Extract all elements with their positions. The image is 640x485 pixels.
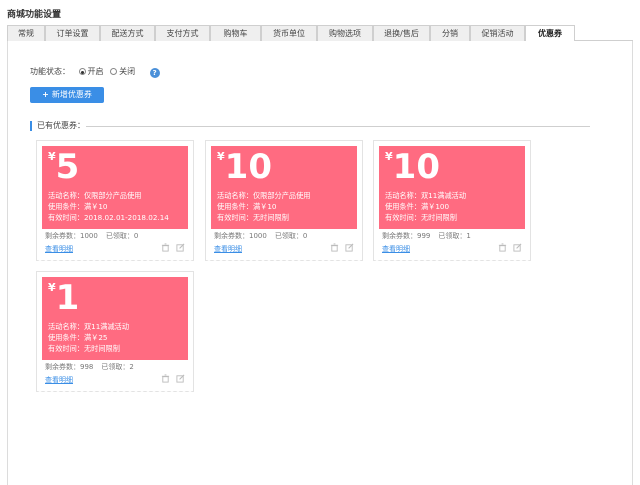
radio-disable[interactable] <box>110 68 118 75</box>
tab-payment[interactable]: 支付方式 <box>155 25 210 41</box>
coupon-claimed: 已领取：0 <box>105 232 139 240</box>
existing-coupons-header: 已有优惠券： <box>30 120 590 132</box>
yen-symbol: ¥ <box>48 150 56 163</box>
coupon-stats: 剩余券数：999 已领取：1 <box>382 231 471 241</box>
coupon-name: 活动名称：仅限部分产品使用 <box>48 191 142 200</box>
coupon-card: ¥10 活动名称：双11满减活动 使用条件：满￥100 有效时间：无时间限制 剩… <box>374 141 530 262</box>
radio-disable-label: 关闭 <box>119 67 136 76</box>
coupon-condition: 使用条件：满￥10 <box>217 202 277 211</box>
coupon-claimed: 已领取：0 <box>274 232 308 240</box>
view-detail-link[interactable]: 查看明细 <box>45 244 73 254</box>
edit-icon[interactable] <box>513 243 522 252</box>
trash-icon[interactable] <box>161 243 170 252</box>
coupon-card: ¥5 活动名称：仅限部分产品使用 使用条件：满￥10 有效时间：2018.02.… <box>37 141 193 262</box>
page-title: 商城功能设置 <box>7 10 62 20</box>
coupon-face: ¥1 活动名称：双11满减活动 使用条件：满￥25 有效时间：无时间限制 <box>42 277 188 360</box>
view-detail-link[interactable]: 查看明细 <box>214 244 242 254</box>
coupon-amount: ¥10 <box>217 147 272 187</box>
coupon-face: ¥10 活动名称：仅限部分产品使用 使用条件：满￥10 有效时间：无时间限制 <box>211 146 357 229</box>
coupon-card: ¥10 活动名称：仅限部分产品使用 使用条件：满￥10 有效时间：无时间限制 剩… <box>206 141 362 262</box>
coupon-value: 10 <box>392 147 440 187</box>
coupon-validity: 有效时间：2018.02.01-2018.02.14 <box>48 213 169 222</box>
coupon-remaining: 剩余券数：999 <box>382 232 431 240</box>
radio-enable-label: 开启 <box>87 67 104 76</box>
add-coupon-button[interactable]: + 新增优惠券 <box>30 87 104 103</box>
coupon-remaining: 剩余券数：1000 <box>214 232 267 240</box>
coupon-stats: 剩余券数：998 已领取：2 <box>45 362 134 372</box>
coupon-card: ¥1 活动名称：双11满减活动 使用条件：满￥25 有效时间：无时间限制 剩余券… <box>37 272 193 393</box>
tab-currency[interactable]: 货币单位 <box>261 25 317 41</box>
coupon-stats: 剩余券数：1000 已领取：0 <box>214 231 307 241</box>
coupon-value: 10 <box>224 147 272 187</box>
tab-shipping[interactable]: 配送方式 <box>100 25 155 41</box>
add-coupon-label: 新增优惠券 <box>51 90 92 99</box>
tab-returns[interactable]: 退换/售后 <box>373 25 430 41</box>
plus-icon: + <box>42 90 49 99</box>
yen-symbol: ¥ <box>217 150 225 163</box>
coupon-value: 1 <box>55 278 80 318</box>
tab-general[interactable]: 常规 <box>7 25 45 41</box>
edit-icon[interactable] <box>176 243 185 252</box>
coupon-claimed: 已领取：2 <box>101 363 134 371</box>
tab-order-settings[interactable]: 订单设置 <box>45 25 100 41</box>
edit-icon[interactable] <box>345 243 354 252</box>
feature-status: 功能状态： 开启 关闭 ? <box>30 66 160 78</box>
coupon-claimed: 已领取：1 <box>438 232 471 240</box>
tab-distribution[interactable]: 分销 <box>430 25 470 41</box>
section-divider <box>86 126 590 127</box>
coupon-name: 活动名称：双11满减活动 <box>385 191 467 200</box>
help-icon[interactable]: ? <box>149 68 160 78</box>
tab-bar: 常规 订单设置 配送方式 支付方式 购物车 货币单位 购物选项 退换/售后 分销… <box>7 25 633 42</box>
coupon-amount: ¥5 <box>48 147 79 187</box>
coupon-validity: 有效时间：无时间限制 <box>48 344 120 353</box>
feature-status-label: 功能状态： <box>30 67 70 76</box>
coupon-face: ¥5 活动名称：仅限部分产品使用 使用条件：满￥10 有效时间：2018.02.… <box>42 146 188 229</box>
view-detail-link[interactable]: 查看明细 <box>45 375 73 385</box>
yen-symbol: ¥ <box>48 281 56 294</box>
tab-coupons[interactable]: 优惠券 <box>525 25 575 42</box>
coupon-face: ¥10 活动名称：双11满减活动 使用条件：满￥100 有效时间：无时间限制 <box>379 146 525 229</box>
coupon-condition: 使用条件：满￥25 <box>48 333 108 342</box>
coupon-value: 5 <box>55 147 80 187</box>
section-title: 已有优惠券： <box>37 121 85 130</box>
trash-icon[interactable] <box>161 374 170 383</box>
coupon-name: 活动名称：双11满减活动 <box>48 322 130 331</box>
yen-symbol: ¥ <box>385 150 393 163</box>
tab-promotions[interactable]: 促销活动 <box>470 25 525 41</box>
tab-shopping-options[interactable]: 购物选项 <box>317 25 373 41</box>
edit-icon[interactable] <box>176 374 185 383</box>
coupon-remaining: 剩余券数：1000 <box>45 232 98 240</box>
coupon-stats: 剩余券数：1000 已领取：0 <box>45 231 138 241</box>
coupon-amount: ¥10 <box>385 147 440 187</box>
tab-cart[interactable]: 购物车 <box>210 25 261 41</box>
coupon-condition: 使用条件：满￥10 <box>48 202 108 211</box>
coupon-amount: ¥1 <box>48 278 79 318</box>
coupon-validity: 有效时间：无时间限制 <box>385 213 457 222</box>
content-panel: 功能状态： 开启 关闭 ? + 新增优惠券 已有优惠券： ¥5 活动名称：仅限部分… <box>7 41 633 485</box>
trash-icon[interactable] <box>498 243 507 252</box>
radio-enable[interactable] <box>78 68 86 75</box>
coupon-name: 活动名称：仅限部分产品使用 <box>217 191 311 200</box>
coupon-remaining: 剩余券数：998 <box>45 363 94 371</box>
view-detail-link[interactable]: 查看明细 <box>382 244 410 254</box>
trash-icon[interactable] <box>330 243 339 252</box>
section-accent-bar <box>30 121 32 131</box>
coupon-validity: 有效时间：无时间限制 <box>217 213 289 222</box>
coupon-condition: 使用条件：满￥100 <box>385 202 450 211</box>
